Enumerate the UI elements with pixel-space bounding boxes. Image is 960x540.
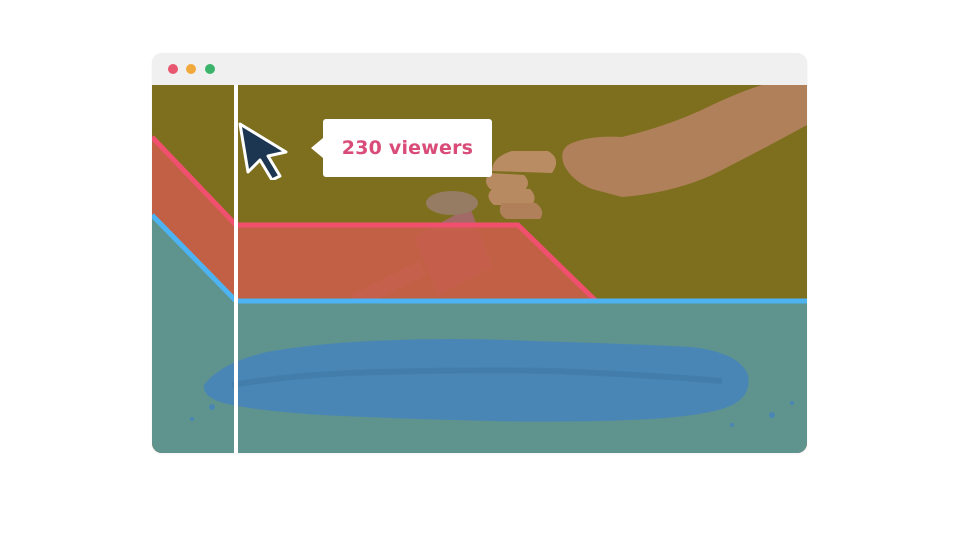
minimize-window-button[interactable] [186, 64, 196, 74]
pointer-arrow-icon [238, 122, 288, 180]
close-window-button[interactable] [168, 64, 178, 74]
title-bar [152, 53, 807, 85]
tooltip-arrow [311, 138, 323, 158]
stage: 230 viewers [0, 0, 960, 540]
viewers-tooltip: 230 viewers [323, 119, 492, 177]
browser-window [152, 53, 807, 453]
maximize-window-button[interactable] [205, 64, 215, 74]
